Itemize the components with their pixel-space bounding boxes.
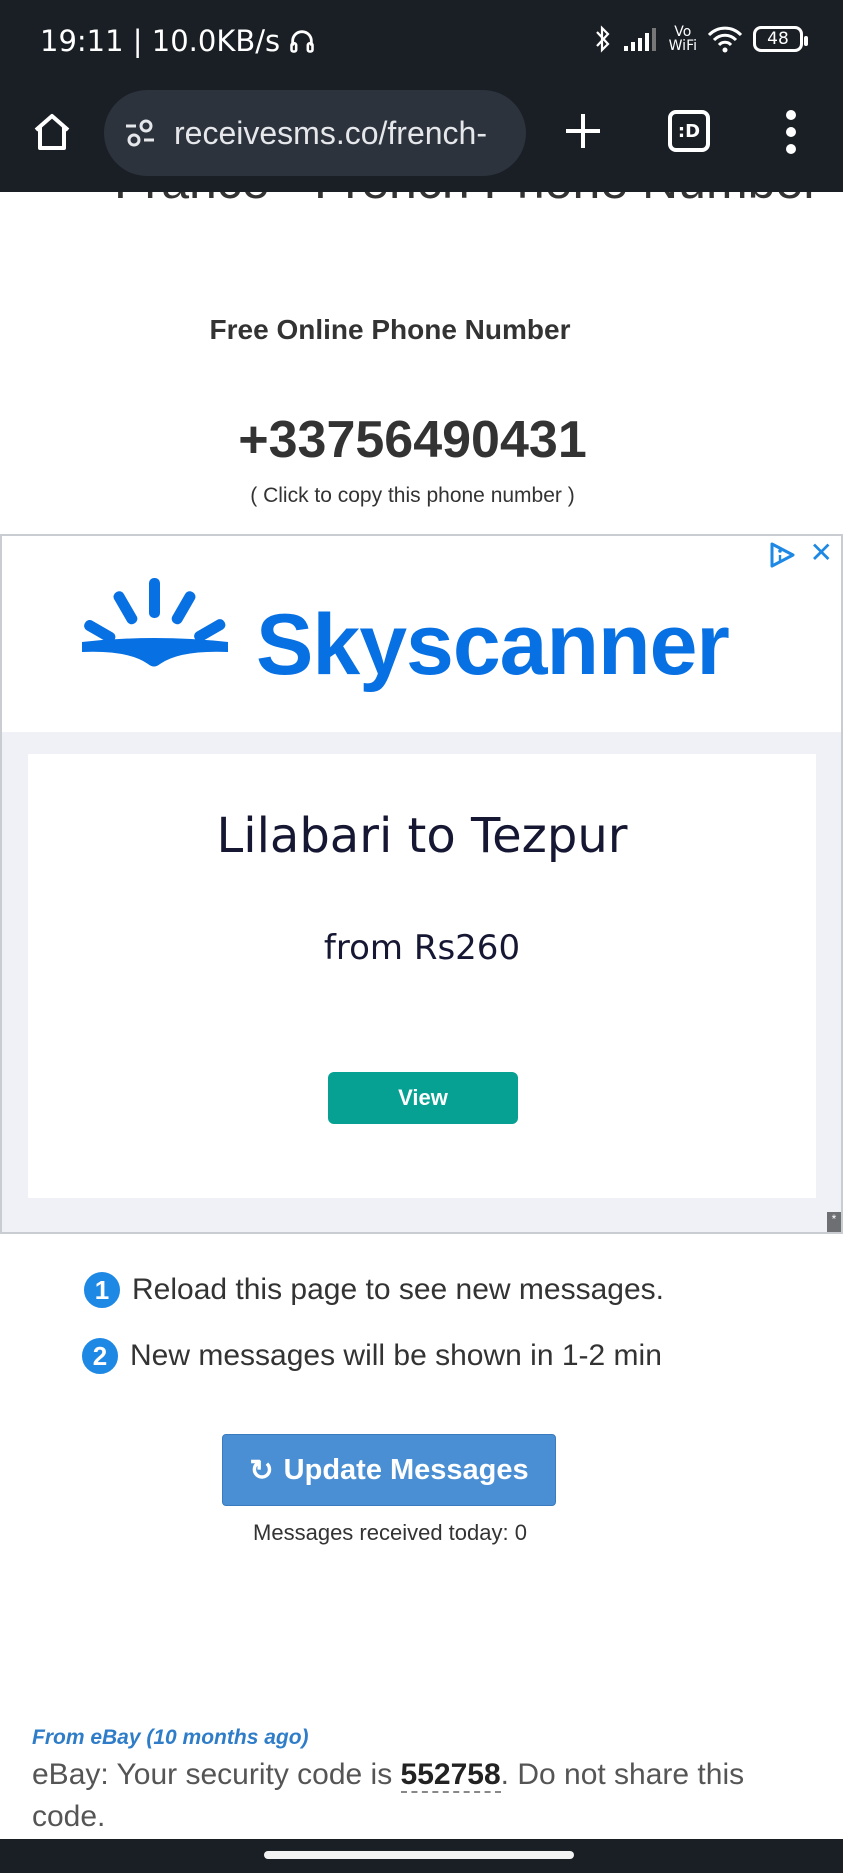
- page-heading: France - French Phone Number: [32, 192, 822, 210]
- ad-header: ✕ Skyscanner: [2, 536, 841, 732]
- message-prefix: eBay: Your security code is: [32, 1758, 401, 1791]
- tab-switcher-button[interactable]: :D: [668, 110, 710, 152]
- battery-level: 48: [767, 29, 789, 49]
- web-page: France - French Phone Number Free Online…: [0, 192, 843, 1839]
- overflow-menu-icon[interactable]: [782, 110, 800, 154]
- message-sender: From eBay (10 months ago): [32, 1726, 309, 1749]
- step-text: Reload this page to see new messages.: [132, 1273, 664, 1306]
- bluetooth-icon: [595, 25, 610, 53]
- ad-corner-marker: *: [827, 1212, 841, 1232]
- ad-card[interactable]: Lilabari to Tezpur from Rs260 View: [28, 754, 816, 1198]
- ad-view-button[interactable]: View: [328, 1072, 518, 1124]
- new-tab-icon[interactable]: [560, 108, 606, 154]
- ad-choices-icon[interactable]: [767, 540, 797, 570]
- wifi-icon: [707, 26, 743, 53]
- time-and-speed: 19:11 | 10.0KB/s: [40, 24, 281, 58]
- vowifi-top: Vo: [674, 24, 692, 40]
- signal-icon: [623, 28, 656, 51]
- home-gesture-handle[interactable]: [264, 1851, 574, 1859]
- instruction-step-2: 2 New messages will be shown in 1-2 min: [82, 1338, 662, 1374]
- vowifi-bottom: WiFi: [668, 38, 697, 54]
- system-nav-bar: [0, 1839, 843, 1873]
- ad-close-icon[interactable]: ✕: [810, 536, 833, 569]
- skyscanner-sunrise-icon: [82, 578, 228, 667]
- instruction-step-1: 1 Reload this page to see new messages.: [84, 1272, 664, 1308]
- battery-indicator: 48: [753, 26, 808, 52]
- advertisement[interactable]: ✕ Skyscanner Lilabari to Tezpur from Rs2…: [0, 534, 843, 1234]
- ad-route: Lilabari to Tezpur: [216, 808, 628, 864]
- update-messages-button[interactable]: ↻ Update Messages: [222, 1434, 556, 1506]
- status-bar: 19:11 | 10.0KB/s Vo WiFi 48: [0, 0, 843, 88]
- headphones-icon: [290, 30, 314, 53]
- browser-toolbar: receivesms.co/french- :D: [0, 88, 843, 192]
- step-number-badge: 2: [82, 1338, 118, 1374]
- page-title: France - French Phone Number: [114, 192, 820, 209]
- message-body: eBay: Your security code is 552758. Do n…: [32, 1754, 802, 1838]
- status-left: 19:11 | 10.0KB/s: [40, 24, 316, 58]
- refresh-icon: ↻: [249, 1454, 274, 1487]
- url-text[interactable]: receivesms.co/french-: [174, 115, 487, 152]
- skyscanner-wordmark: Skyscanner: [256, 597, 730, 693]
- tab-switcher-label: :D: [677, 120, 701, 142]
- page-subtitle: Free Online Phone Number: [209, 314, 571, 345]
- site-settings-icon[interactable]: [122, 115, 158, 151]
- status-right: Vo WiFi 48: [593, 24, 808, 54]
- phone-number[interactable]: +33756490431: [0, 410, 825, 470]
- copy-hint[interactable]: ( Click to copy this phone number ): [0, 484, 825, 508]
- home-icon[interactable]: [30, 110, 74, 154]
- messages-received-count: Messages received today: 0: [253, 1520, 527, 1545]
- address-bar[interactable]: receivesms.co/french-: [104, 90, 526, 176]
- skyscanner-logo: Skyscanner: [80, 574, 770, 693]
- security-code[interactable]: 552758: [400, 1758, 501, 1793]
- step-text: New messages will be shown in 1-2 min: [130, 1339, 662, 1372]
- ad-price: from Rs260: [323, 928, 521, 968]
- update-messages-label: Update Messages: [283, 1453, 529, 1486]
- step-number-badge: 1: [84, 1272, 120, 1308]
- vowifi-indicator: Vo WiFi: [669, 25, 697, 53]
